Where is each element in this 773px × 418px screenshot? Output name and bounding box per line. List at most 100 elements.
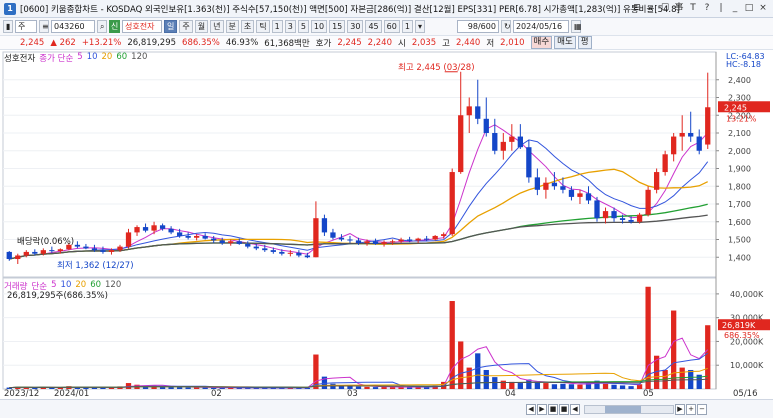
stop-button[interactable]: ■ [548,403,558,415]
price-legend: 성호전자 종가 단순 5 10 20 60 120 [4,52,147,64]
candle-body [500,141,506,151]
period-week[interactable]: 주 [179,20,193,33]
candle-body [619,218,626,220]
bid-price: 2,240 [367,37,392,48]
volume-bar [679,367,685,389]
price-tick-label: 1,600 [728,218,751,227]
chart-type-icon[interactable]: ▮ [3,20,13,33]
period-day[interactable]: 일 [164,20,178,33]
interval-10[interactable]: 10 [310,20,328,33]
period-tick[interactable]: 틱 [256,20,270,33]
current-pct-label: 13.21% [726,114,757,123]
page-left-button[interactable]: ◀ [570,403,580,415]
chart-scrollbar[interactable] [584,404,674,414]
price-tick-label: 1,900 [728,165,751,174]
volume-bar [449,301,455,389]
market-select[interactable]: 주 [15,20,37,33]
period-second[interactable]: 초 [240,20,255,33]
interval-5[interactable]: 5 [297,20,309,33]
interval-30[interactable]: 30 [347,20,364,33]
candle-body [662,154,668,173]
candle-body [534,177,541,190]
candle-body [628,219,634,222]
credit-badge: 신 [109,20,120,33]
high-price: 2,440 [456,37,481,48]
volume-bar [458,341,464,389]
volume-bar [543,383,549,389]
search-stock-icon[interactable]: ⌕ [97,20,107,33]
candle-body [441,234,447,236]
volume-bar [168,387,174,389]
scroll-right-button[interactable]: ▶ [537,403,547,415]
ask-label: 호가 [315,38,332,49]
interval-custom[interactable]: 1 [401,20,413,33]
candle-body [57,249,64,252]
buy-button[interactable]: 매수 [530,36,553,49]
open-label: 시 [398,38,406,49]
candle-body [6,251,12,260]
candle-body [645,189,651,215]
list-icon[interactable]: ≡ [39,20,49,33]
close-button[interactable]: × [757,2,769,15]
help-icon[interactable]: ? [701,2,713,15]
interval-45[interactable]: 45 [365,20,382,33]
volume-bar [364,386,370,389]
price-tick-label: 2,000 [728,147,751,156]
maximize-button[interactable]: □ [743,2,755,15]
lock-icon[interactable]: ▾ [414,20,425,33]
interval-15[interactable]: 15 [329,20,346,33]
page-right-button[interactable]: ▶ [675,403,685,415]
candle-body [159,225,166,229]
high-annotation: 최고 2,445 (03/28) [398,63,475,73]
text-icon[interactable]: T [687,2,699,15]
screen-icon[interactable]: ☐ [659,2,671,15]
price-tick-label: 1,500 [728,236,751,245]
layout-icon[interactable]: ⊟ [631,2,643,15]
candle-body [108,250,115,252]
date-input[interactable]: 2024/05/16 [512,20,569,33]
stock-code-input[interactable]: 043260 [51,20,95,33]
price-chart[interactable]: 1,400 1,500 1,600 1,700 1,800 1,900 2,000 2,100… [0,50,773,390]
data-count-input[interactable]: 98/600 [456,20,499,33]
period-year[interactable]: 년 [210,20,224,33]
chart-toolbar: ▮ 주 ≡ 043260 ⌕ 신 성호전자 일 주 월 년 분 초 틱 1 3 … [0,18,773,36]
candle-body [679,133,685,137]
average-button[interactable]: 평 [577,36,592,49]
candle-body [568,189,575,197]
scrollbar-thumb[interactable] [605,405,641,413]
legend-ma-5: 5 [77,52,83,62]
interval-60[interactable]: 60 [383,20,400,33]
interval-1[interactable]: 1 [271,20,283,33]
calendar-icon[interactable]: ▦ [570,20,582,33]
volume-bar [671,310,677,389]
minimize-button[interactable]: _ [729,2,741,15]
refresh-icon[interactable]: ↻ [500,20,511,33]
candle-body [211,238,217,241]
current-price-tag-label: 2,245 [724,103,747,112]
high-label: 고 [442,38,450,49]
candle-body [321,218,328,233]
candle-body [262,248,268,251]
event-icon[interactable]: 事 [673,2,685,15]
candle-body [287,252,293,254]
candle-body [458,115,464,173]
search-icon[interactable]: ⌕ [645,2,657,15]
price-tick-label: 1,400 [728,253,751,262]
volume-bar [628,386,634,389]
window-title: [0600] 키움종합차트 - KOSDAQ 외국인보유[1.363(천)] 주… [20,4,680,15]
legend-ma-label: 종가 단순 [39,54,74,64]
zoom-out-button[interactable]: − [697,403,707,415]
interval-3[interactable]: 3 [284,20,296,33]
candle-body [228,241,234,244]
candle-body [117,246,123,251]
zoom-in-button[interactable]: + [686,403,696,415]
period-month[interactable]: 월 [194,20,209,33]
pause-button[interactable]: ■ [559,403,569,415]
sell-button[interactable]: 매도 [554,36,576,49]
x-label-2024-01: 2024/01 [54,389,90,399]
period-minute[interactable]: 분 [225,20,239,33]
corner-label-hc: HC:-8.18 [726,60,761,69]
scroll-left-button[interactable]: ◀ [526,403,536,415]
candle-body [219,240,225,244]
candle-body [134,227,140,233]
